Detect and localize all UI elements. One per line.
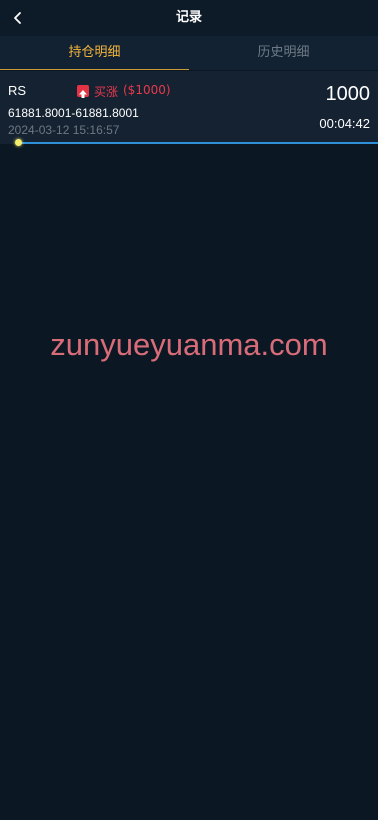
arrow-up-icon <box>77 85 89 98</box>
position-card[interactable]: RS 买涨 ($1000) 61881.8001-61881.8001 2024… <box>0 71 378 144</box>
top-bar: 记录 <box>0 0 378 36</box>
amount-tag: ($1000) <box>123 83 171 97</box>
progress-track <box>18 142 378 144</box>
symbol-label: RS <box>8 83 27 98</box>
tab-bar: 持仓明细 历史明细 <box>0 36 378 70</box>
progress-indicator <box>15 139 22 146</box>
direction-label: 买涨 <box>94 85 119 99</box>
open-time: 2024-03-12 15:16:57 <box>8 123 120 137</box>
tab-history[interactable]: 历史明细 <box>189 36 378 70</box>
page-title: 记录 <box>175 10 202 25</box>
watermark-text: zunyueyuanma.com <box>50 327 328 362</box>
countdown-timer: 00:04:42 <box>319 116 370 131</box>
position-amount: 1000 <box>325 83 371 105</box>
price-range: 61881.8001-61881.8001 <box>8 106 139 120</box>
records-page: 记录 持仓明细 历史明细 RS 买涨 ($1000) 61881.8001-61… <box>0 0 378 820</box>
tab-holdings[interactable]: 持仓明细 <box>0 36 189 70</box>
